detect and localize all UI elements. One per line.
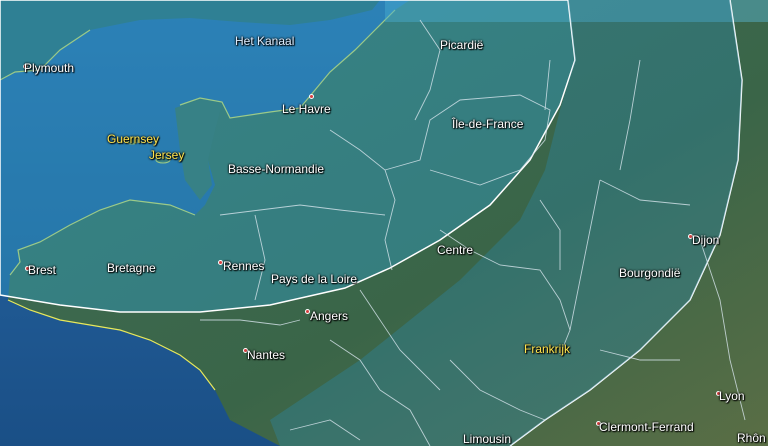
label-nantes: Nantes bbox=[247, 348, 286, 362]
map-canvas bbox=[0, 0, 768, 446]
map-view[interactable]: Het Kanaal Plymouth Picardië Le Havre Îl… bbox=[0, 0, 768, 446]
label-guernsey: Guernsey bbox=[107, 132, 160, 146]
label-rhon: Rhôn bbox=[737, 431, 766, 445]
label-ile-de-france: Île-de-France bbox=[452, 117, 524, 131]
label-brest: Brest bbox=[28, 263, 57, 277]
label-lyon: Lyon bbox=[719, 389, 745, 403]
label-le-havre: Le Havre bbox=[282, 102, 331, 116]
city-dot-le-havre bbox=[309, 94, 314, 99]
label-het-kanaal: Het Kanaal bbox=[235, 34, 295, 48]
label-plymouth: Plymouth bbox=[24, 61, 75, 75]
label-dijon: Dijon bbox=[692, 233, 720, 247]
label-picardie: Picardië bbox=[440, 38, 484, 52]
label-bretagne: Bretagne bbox=[107, 261, 156, 275]
label-clermont-ferrand: Clermont-Ferrand bbox=[599, 420, 694, 434]
label-rennes: Rennes bbox=[223, 259, 265, 273]
label-angers: Angers bbox=[310, 309, 349, 323]
label-jersey: Jersey bbox=[149, 148, 185, 162]
label-frankrijk: Frankrijk bbox=[524, 342, 571, 356]
label-bourgondie: Bourgondië bbox=[619, 266, 681, 280]
label-basse-normandie: Basse-Normandie bbox=[228, 162, 325, 176]
label-pays-de-la-loire: Pays de la Loire bbox=[271, 272, 358, 286]
label-centre: Centre bbox=[437, 243, 474, 257]
label-limousin: Limousin bbox=[463, 432, 512, 446]
